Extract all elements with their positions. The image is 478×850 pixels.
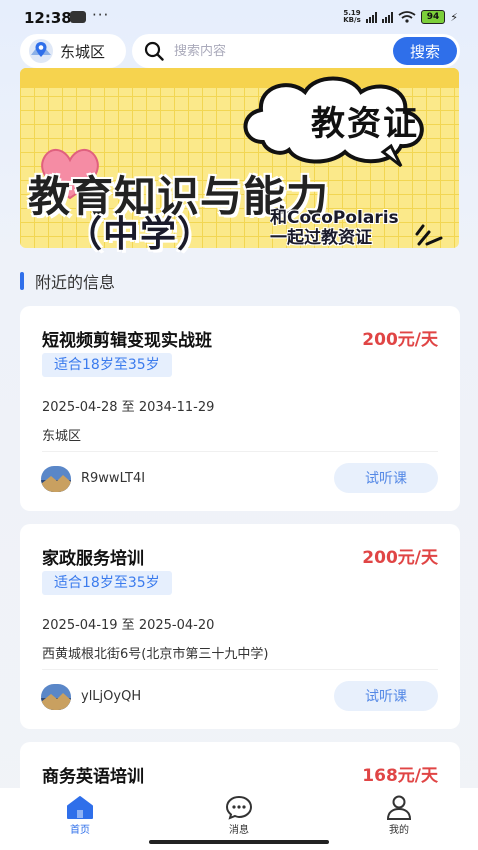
- trial-class-button[interactable]: 试听课: [334, 463, 438, 493]
- notification-more-icon: ···: [92, 6, 110, 24]
- notification-app-icon: [70, 11, 86, 23]
- section-header: 附近的信息: [20, 269, 115, 293]
- card-price: 200元/天: [362, 548, 438, 568]
- listing-card[interactable]: 家政服务培训 200元/天 适合18岁至35岁 2025-04-19 至 202…: [20, 524, 460, 729]
- battery-icon: 94: [420, 10, 446, 24]
- network-speed-unit: KB/s: [343, 16, 361, 24]
- avatar: [41, 466, 71, 492]
- search-button[interactable]: 搜索: [393, 37, 457, 65]
- search-box: 搜索: [132, 34, 460, 68]
- card-title: 家政服务培训: [42, 549, 144, 569]
- location-pin-icon: [29, 39, 53, 63]
- banner-tagline: 和CocoPolaris 一起过教资证: [270, 208, 399, 248]
- message-icon: [225, 795, 253, 820]
- home-indicator[interactable]: [149, 840, 329, 844]
- avatar: [41, 684, 71, 710]
- banner-badge: 教资证: [311, 104, 419, 144]
- signal-icon-2: [381, 11, 393, 23]
- card-title: 商务英语培训: [42, 767, 144, 787]
- tab-profile[interactable]: 我的: [359, 794, 439, 838]
- card-price: 168元/天: [362, 766, 438, 786]
- card-address: 东城区: [42, 429, 82, 444]
- banner-tagline-line1: 和CocoPolaris: [270, 208, 399, 228]
- tab-home[interactable]: 首页: [40, 794, 120, 838]
- section-accent-bar: [20, 272, 24, 290]
- sparkle-icon: [415, 224, 443, 246]
- card-price: 200元/天: [362, 330, 438, 350]
- card-username: ylLjOyQH: [81, 689, 142, 704]
- card-date-range: 2025-04-19 至 2025-04-20: [42, 618, 215, 633]
- search-icon: [144, 41, 164, 61]
- top-bar: 东城区 搜索: [20, 34, 460, 68]
- tab-profile-label: 我的: [389, 825, 409, 836]
- network-speed: 5.19 KB/s: [343, 10, 360, 24]
- tab-home-label: 首页: [70, 825, 90, 836]
- search-input[interactable]: [174, 43, 364, 59]
- home-icon: [67, 796, 93, 819]
- status-indicators: 5.19 KB/s 94 ⚡: [343, 10, 458, 24]
- signal-icon: [365, 11, 377, 23]
- charging-icon: ⚡: [450, 10, 458, 24]
- age-tag: 适合18岁至35岁: [42, 353, 172, 377]
- tab-messages-label: 消息: [229, 825, 249, 836]
- profile-icon: [386, 795, 412, 820]
- trial-class-button[interactable]: 试听课: [334, 681, 438, 711]
- card-divider: [42, 451, 438, 452]
- age-tag: 适合18岁至35岁: [42, 571, 172, 595]
- location-selector[interactable]: 东城区: [20, 34, 126, 68]
- status-bar: 12:38 ··· 5.19 KB/s 94 ⚡: [0, 0, 478, 34]
- card-title: 短视频剪辑变现实战班: [42, 331, 212, 351]
- card-divider: [42, 669, 438, 670]
- location-label: 东城区: [60, 42, 106, 61]
- card-address: 西黄城根北街6号(北京市第三十九中学): [42, 647, 269, 662]
- section-title: 附近的信息: [35, 273, 116, 292]
- status-time: 12:38: [24, 9, 72, 27]
- listing-card[interactable]: 短视频剪辑变现实战班 200元/天 适合18岁至35岁 2025-04-28 至…: [20, 306, 460, 511]
- tab-messages[interactable]: 消息: [199, 794, 279, 838]
- card-date-range: 2025-04-28 至 2034-11-29: [42, 400, 215, 415]
- card-username: R9wwLT4I: [81, 471, 146, 486]
- banner-subtitle: （中学）: [66, 214, 215, 255]
- banner-tagline-line2: 一起过教资证: [270, 228, 372, 248]
- wifi-icon: [398, 11, 416, 23]
